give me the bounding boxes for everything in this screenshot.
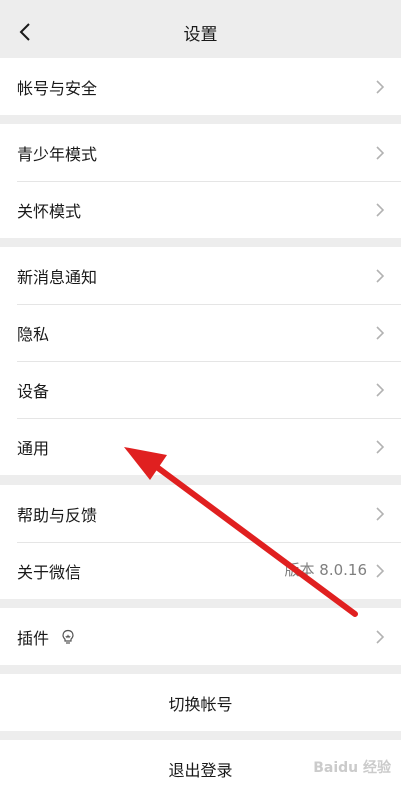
settings-item-about-wechat[interactable]: 关于微信 版本 8.0.16 [0, 542, 401, 599]
chevron-right-icon [376, 383, 385, 397]
chevron-right-icon [376, 269, 385, 283]
settings-item-help-feedback[interactable]: 帮助与反馈 [0, 485, 401, 542]
settings-item-privacy[interactable]: 隐私 [0, 304, 401, 361]
settings-group-help: 帮助与反馈 关于微信 版本 8.0.16 [0, 485, 401, 599]
chevron-right-icon [376, 440, 385, 454]
settings-item-label: 隐私 [17, 324, 50, 344]
settings-group-modes: 青少年模式 关怀模式 [0, 124, 401, 238]
settings-item-label: 插件 [17, 628, 50, 648]
settings-item-label: 通用 [17, 438, 50, 458]
version-value: 版本 8.0.16 [284, 561, 367, 579]
settings-item-label: 帮助与反馈 [17, 505, 98, 525]
nav-bar: 设置 [0, 0, 401, 64]
settings-item-label: 帐号与安全 [17, 78, 98, 98]
settings-item-label: 青少年模式 [17, 144, 98, 164]
chevron-right-icon [376, 564, 385, 578]
settings-item-notifications[interactable]: 新消息通知 [0, 247, 401, 304]
settings-item-plugins[interactable]: 插件 [0, 608, 401, 665]
settings-item-care-mode[interactable]: 关怀模式 [0, 181, 401, 238]
chevron-right-icon [376, 203, 385, 217]
switch-account-group: 切换帐号 [0, 674, 401, 731]
settings-item-account-security[interactable]: 帐号与安全 [0, 58, 401, 115]
chevron-right-icon [376, 326, 385, 340]
chevron-right-icon [376, 146, 385, 160]
settings-group-plugins: 插件 [0, 608, 401, 665]
chevron-right-icon [376, 80, 385, 94]
settings-item-general[interactable]: 通用 [0, 418, 401, 475]
settings-item-label: 关怀模式 [17, 201, 82, 221]
switch-account-button[interactable]: 切换帐号 [0, 674, 401, 731]
settings-group-account: 帐号与安全 [0, 58, 401, 115]
settings-group-general: 新消息通知 隐私 设备 通用 [0, 247, 401, 475]
page-title: 设置 [183, 24, 218, 45]
chevron-left-icon[interactable] [14, 20, 38, 44]
watermark: Baidu 经验 [313, 760, 391, 776]
switch-account-label: 切换帐号 [168, 694, 233, 714]
settings-item-label: 新消息通知 [17, 267, 98, 287]
chevron-right-icon [376, 630, 385, 644]
chevron-right-icon [376, 507, 385, 521]
lightbulb-icon [62, 629, 74, 644]
logout-label: 退出登录 [168, 760, 233, 780]
settings-item-label: 关于微信 [17, 562, 82, 582]
settings-item-youth-mode[interactable]: 青少年模式 [0, 124, 401, 181]
settings-item-label: 设备 [17, 381, 50, 401]
settings-item-devices[interactable]: 设备 [0, 361, 401, 418]
